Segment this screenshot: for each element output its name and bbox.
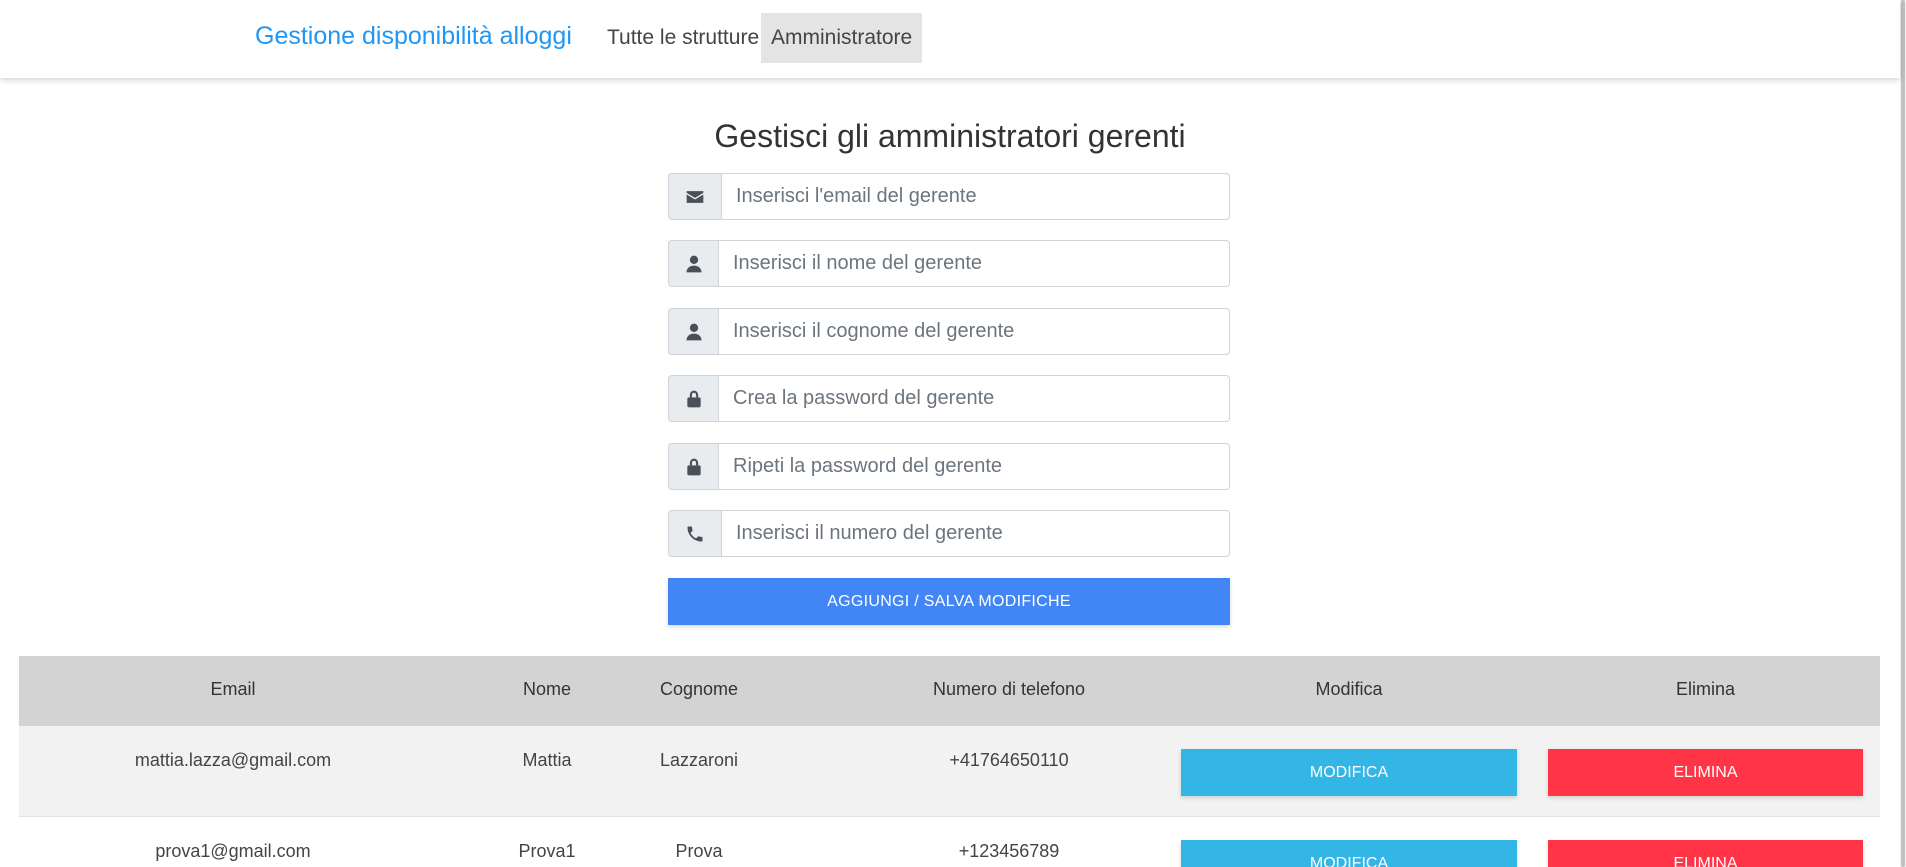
header-modifica: Modifica xyxy=(1315,679,1383,699)
row-email: prova1@gmail.com xyxy=(155,841,311,861)
password-input[interactable] xyxy=(718,375,1230,422)
header-telefono: Numero di telefono xyxy=(932,679,1086,699)
phone-icon xyxy=(668,510,721,557)
header-email: Email xyxy=(210,679,256,699)
phone-input[interactable] xyxy=(721,510,1230,557)
user-icon xyxy=(668,308,718,355)
page-title: Gestisci gli amministratori gerenti xyxy=(714,118,1186,154)
add-save-button[interactable]: AGGIUNGI / SALVA MODIFICHE xyxy=(668,578,1230,625)
nav-link-tutte-le-strutture[interactable]: Tutte le strutture xyxy=(597,13,769,63)
elimina-button[interactable]: ELIMINA xyxy=(1548,840,1863,867)
scrollbar[interactable] xyxy=(1900,0,1906,867)
row-cognome: Prova xyxy=(675,841,723,861)
password-repeat-group xyxy=(668,443,1230,490)
email-group xyxy=(668,173,1230,220)
password-repeat-input[interactable] xyxy=(718,443,1230,490)
brand-link[interactable]: Gestione disponibilità alloggi xyxy=(255,22,572,51)
row-cognome: Lazzaroni xyxy=(659,750,739,770)
header-cognome: Cognome xyxy=(659,679,739,699)
row-telefono: +123456789 xyxy=(958,841,1060,861)
name-input[interactable] xyxy=(718,240,1230,287)
surname-input[interactable] xyxy=(718,308,1230,355)
modifica-button[interactable]: MODIFICA xyxy=(1181,840,1517,867)
envelope-icon xyxy=(668,173,721,220)
table-row: prova1@gmail.com Prova1 Prova +123456789… xyxy=(19,817,1880,867)
lock-icon xyxy=(668,443,718,490)
navbar: Gestione disponibilità alloggi Tutte le … xyxy=(0,0,1900,78)
phone-group xyxy=(668,510,1230,557)
managers-table: Email Nome Cognome Numero di telefono Mo… xyxy=(19,656,1880,867)
modifica-button[interactable]: MODIFICA xyxy=(1181,749,1517,796)
table-row: mattia.lazza@gmail.com Mattia Lazzaroni … xyxy=(19,726,1880,817)
surname-group xyxy=(668,308,1230,355)
name-group xyxy=(668,240,1230,287)
email-input[interactable] xyxy=(721,173,1230,220)
row-telefono: +41764650110 xyxy=(949,750,1069,770)
user-icon xyxy=(668,240,718,287)
elimina-button[interactable]: ELIMINA xyxy=(1548,749,1863,796)
table-header: Email Nome Cognome Numero di telefono Mo… xyxy=(19,656,1880,726)
password-group xyxy=(668,375,1230,422)
lock-icon xyxy=(668,375,718,422)
header-elimina: Elimina xyxy=(1675,679,1736,699)
nav-link-amministratore[interactable]: Amministratore xyxy=(761,13,923,63)
row-email: mattia.lazza@gmail.com xyxy=(134,750,332,770)
scrollbar-thumb[interactable] xyxy=(1901,0,1905,867)
